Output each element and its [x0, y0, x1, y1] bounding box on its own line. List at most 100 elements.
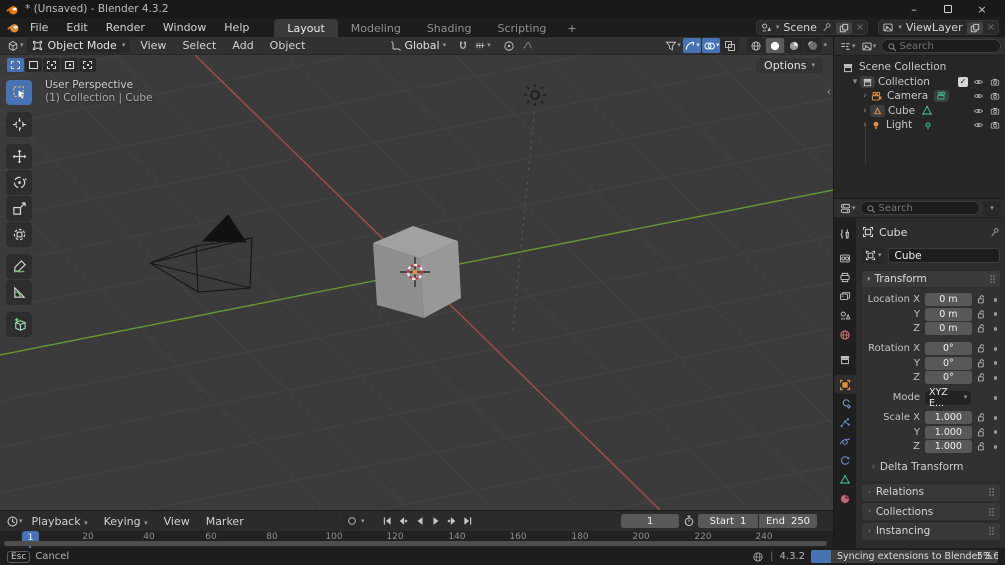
shading-rendered-button[interactable] [804, 38, 823, 53]
falloff-curve-icon[interactable] [519, 38, 537, 53]
menu-render[interactable]: Render [97, 18, 154, 37]
light-label[interactable]: Light [886, 119, 912, 131]
timeline-menu-playback[interactable]: Playback ▾ [24, 515, 96, 528]
menu-window[interactable]: Window [154, 18, 215, 37]
minimize-button[interactable]: – [897, 0, 931, 18]
cube-label[interactable]: Cube [888, 105, 915, 117]
hide-eye-icon[interactable] [972, 120, 985, 130]
properties-options-button[interactable]: ▾ [983, 200, 1001, 216]
outliner-row-light[interactable]: › Light [834, 118, 1005, 133]
outliner-row-scene-collection[interactable]: Scene Collection [834, 60, 1005, 75]
instancing-panel[interactable]: › Instancing [862, 522, 1000, 540]
select-mode-extend[interactable] [43, 58, 60, 72]
viewport-menu-object[interactable]: Object [262, 39, 314, 52]
tab-output[interactable] [834, 268, 856, 287]
new-scene-button[interactable] [835, 21, 852, 34]
object-type-dropdown[interactable]: ▾ [862, 248, 885, 263]
scale-z-field[interactable]: 1.000 [925, 440, 972, 453]
animate-dot[interactable] [993, 375, 997, 380]
lock-icon[interactable] [976, 323, 987, 334]
editor-type-button[interactable]: ▾ [5, 38, 25, 53]
lock-icon[interactable] [976, 427, 987, 438]
outliner-editor-type-button[interactable]: ▾ [838, 39, 857, 54]
outliner-search[interactable] [880, 39, 1001, 53]
end-frame-field[interactable]: End 250 [759, 514, 817, 528]
menu-file[interactable]: File [21, 18, 57, 37]
sync-progress-bar[interactable]: Syncing extensions to Blender 3.6... 5% [811, 550, 998, 563]
tab-modifiers[interactable] [834, 394, 856, 413]
breadcrumb-object-name[interactable]: Cube [879, 226, 907, 239]
tab-object-data[interactable] [834, 470, 856, 489]
outliner-search-input[interactable] [881, 40, 1000, 52]
orientation-label[interactable]: Global [405, 39, 440, 52]
outliner-display-mode-button[interactable]: ▾ [860, 39, 878, 54]
object-name-field[interactable]: Cube [887, 248, 1000, 263]
close-button[interactable]: × [965, 0, 999, 18]
options-button[interactable]: Options ▾ [756, 58, 823, 73]
tab-material[interactable] [834, 489, 856, 508]
scale-x-field[interactable]: 1.000 [925, 411, 972, 424]
disable-render-camera-icon[interactable] [989, 91, 1001, 101]
viewport-menu-add[interactable]: Add [224, 39, 261, 52]
camera-object[interactable] [149, 214, 253, 293]
play-button[interactable] [428, 514, 443, 529]
relations-panel[interactable]: › Relations [862, 483, 1000, 501]
panel-drag-dots[interactable] [989, 491, 991, 493]
light-expand-icon[interactable]: › [860, 120, 870, 130]
gizmos-toggle[interactable]: ▾ [682, 38, 701, 53]
workspace-tab-modeling[interactable]: Modeling [338, 19, 414, 37]
viewport-3d[interactable]: ▾ Object Mode ▾ View Select Add Object G… [0, 37, 833, 510]
lock-icon[interactable] [976, 358, 987, 369]
timeline-ruler[interactable]: 20 40 60 80 100 120 140 160 180 200 220 … [0, 531, 833, 549]
autokey-arrow[interactable]: ▾ [361, 517, 365, 525]
light-object[interactable] [524, 84, 546, 106]
properties-editor-type-button[interactable]: ▾ [838, 201, 857, 216]
outliner-row-camera[interactable]: › Camera [834, 89, 1005, 104]
animate-dot[interactable] [993, 346, 997, 351]
animate-dot[interactable] [993, 430, 997, 434]
collection-checkbox[interactable]: ✓ [958, 76, 968, 87]
camera-data-badge[interactable] [934, 90, 950, 103]
tool-move[interactable] [6, 144, 32, 169]
shading-arrow[interactable]: ▾ [823, 42, 827, 49]
stopwatch-icon[interactable] [683, 515, 695, 527]
lock-icon[interactable] [976, 372, 987, 383]
lock-icon[interactable] [976, 412, 987, 423]
play-reverse-button[interactable] [412, 514, 427, 529]
autokey-toggle[interactable] [343, 513, 361, 529]
timeline-menu-marker[interactable]: Marker [198, 515, 252, 528]
select-mode-intersect[interactable] [79, 58, 96, 72]
hide-eye-icon[interactable] [972, 91, 985, 101]
mode-dropdown[interactable]: Object Mode ▾ [26, 38, 131, 53]
jump-to-end-button[interactable] [460, 514, 475, 529]
tool-rotate[interactable] [6, 170, 32, 195]
tab-object[interactable] [834, 375, 856, 394]
tab-tool[interactable] [834, 224, 856, 243]
collections-panel[interactable]: › Collections [862, 503, 1000, 520]
shading-wireframe-button[interactable] [747, 38, 766, 53]
disable-render-camera-icon[interactable] [989, 106, 1001, 116]
tab-physics[interactable] [834, 432, 856, 451]
prev-keyframe-button[interactable] [396, 514, 411, 529]
rotation-z-field[interactable]: 0° [925, 371, 972, 384]
delta-transform-subpanel[interactable]: › Delta Transform [872, 461, 997, 473]
lock-icon[interactable] [976, 309, 987, 320]
blender-menu-logo-icon[interactable] [6, 21, 21, 34]
animate-dot[interactable] [993, 415, 997, 420]
tab-world[interactable] [834, 325, 856, 344]
tool-transform[interactable] [6, 222, 32, 247]
tool-annotate[interactable] [6, 254, 32, 279]
lock-icon[interactable] [976, 441, 987, 452]
scene-collection-label[interactable]: Scene Collection [859, 61, 946, 73]
tab-scene[interactable] [834, 306, 856, 325]
viewlayer-selector[interactable]: ▾ ViewLayer × [878, 20, 999, 35]
add-workspace-button[interactable]: + [559, 19, 584, 37]
outliner-row-cube[interactable]: › Cube [834, 104, 1005, 119]
tab-collection[interactable] [834, 350, 856, 369]
tool-scale[interactable] [6, 196, 32, 221]
tool-measure[interactable] [6, 280, 32, 305]
timeline-editor-type-button[interactable]: ▾ [5, 514, 24, 529]
timeline-scrollbar[interactable] [4, 541, 827, 546]
start-frame-field[interactable]: Start 1 [698, 514, 758, 528]
location-y-field[interactable]: 0 m [925, 307, 972, 321]
